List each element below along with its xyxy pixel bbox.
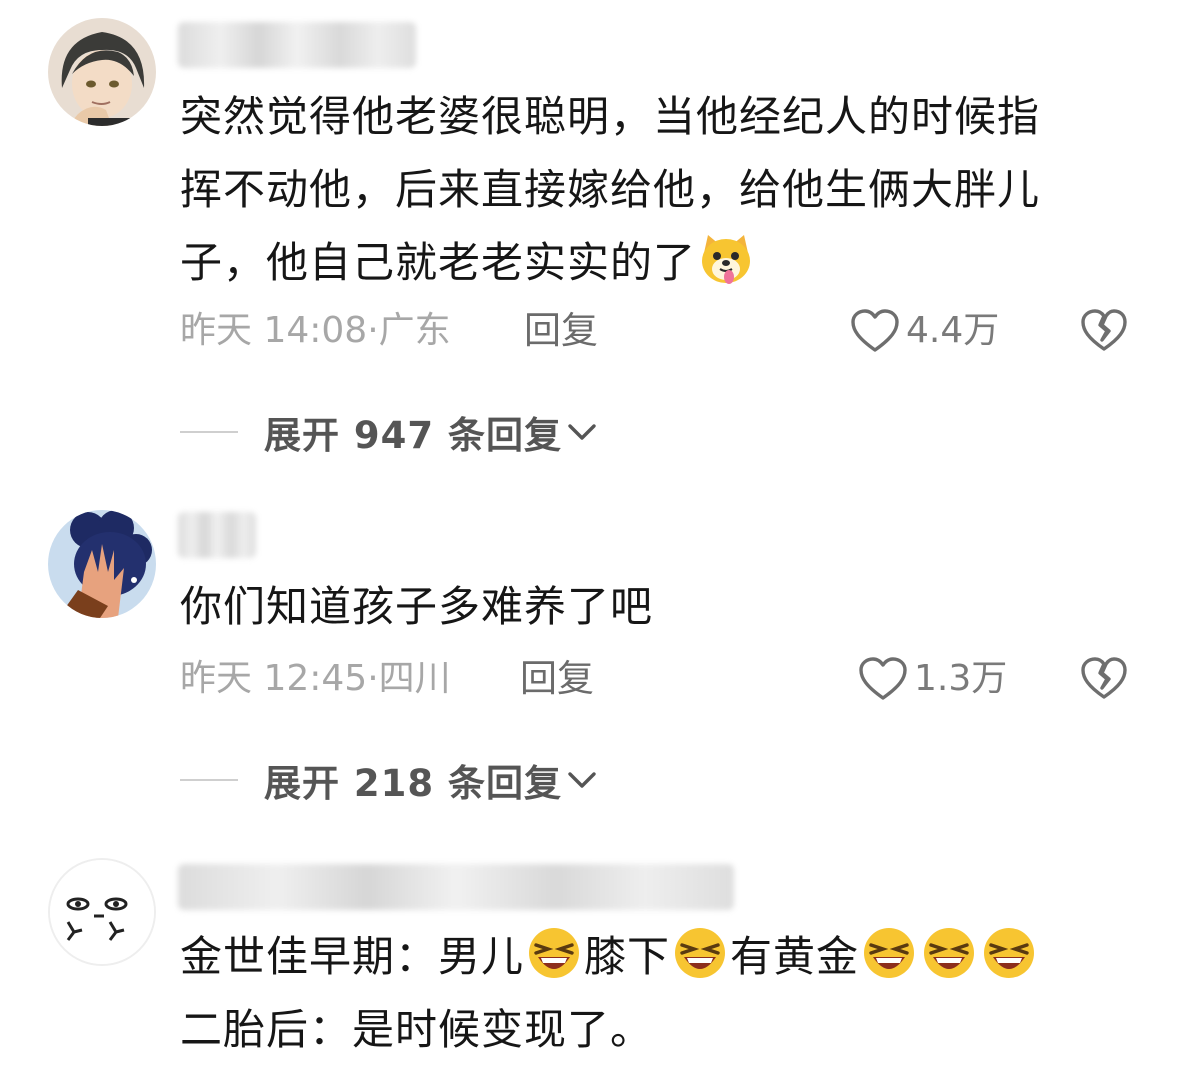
username-blurred[interactable] bbox=[178, 864, 734, 910]
divider-line bbox=[180, 779, 238, 781]
expand-replies[interactable]: 展开 218 条回复 bbox=[180, 755, 598, 805]
comment-line: 突然觉得他老婆很聪明，当他经纪人的时候指 bbox=[180, 92, 1041, 141]
comment-line: 二胎后：是时候变现了。 bbox=[180, 1005, 654, 1054]
expand-replies-label: 展开 947 条回复 bbox=[264, 414, 562, 457]
comment-text-part: 膝下 bbox=[584, 932, 671, 981]
comment-meta: 昨天 14:08·广东 bbox=[180, 306, 451, 356]
comment-line: 子，他自己就老老实实的了 bbox=[180, 226, 1109, 299]
comment-line-text: 子，他自己就老老实实的了 bbox=[180, 238, 697, 287]
comment-text: 你们知道孩子多难养了吧 bbox=[180, 570, 1109, 643]
comment-text-part: 金世佳早期：男儿 bbox=[180, 932, 525, 981]
laughing-squint-emoji-icon bbox=[924, 928, 975, 978]
hand-bear-avatar-icon bbox=[48, 510, 156, 618]
comment-line: 挥不动他，后来直接嫁给他，给他生俩大胖儿 bbox=[180, 165, 1041, 214]
chevron-down-icon bbox=[568, 424, 596, 440]
dog-tongue-emoji-icon bbox=[702, 235, 751, 284]
timestamp: 昨天 14:08 bbox=[180, 310, 368, 351]
comment-text: 突然觉得他老婆很聪明，当他经纪人的时候指 挥不动他，后来直接嫁给他，给他生俩大胖… bbox=[180, 80, 1109, 299]
avatar[interactable] bbox=[48, 858, 156, 966]
like-count: 4.4万 bbox=[906, 310, 1000, 351]
username-blurred[interactable] bbox=[178, 22, 416, 68]
meta-dot: · bbox=[367, 310, 379, 351]
anime-boy-avatar-icon bbox=[48, 18, 156, 126]
comment-line: 金世佳早期：男儿 膝下 有黄金 bbox=[180, 920, 1109, 993]
comment-text: 金世佳早期：男儿 膝下 有黄金 二胎后：是时候变现了。 bbox=[180, 920, 1109, 1066]
meta-dot: · bbox=[367, 658, 379, 699]
expand-replies[interactable]: 展开 947 条回复 bbox=[180, 407, 598, 457]
heart-icon bbox=[851, 309, 899, 352]
laughing-squint-emoji-icon bbox=[984, 928, 1035, 978]
laughing-squint-emoji-icon bbox=[529, 928, 580, 978]
heart-icon bbox=[859, 657, 907, 700]
divider-line bbox=[180, 431, 238, 433]
reply-button[interactable]: 回复 bbox=[520, 654, 594, 704]
laughing-squint-emoji-icon bbox=[675, 928, 726, 978]
timestamp: 昨天 12:45 bbox=[180, 658, 368, 699]
comment-text-part: 有黄金 bbox=[730, 932, 860, 981]
like-button[interactable]: 4.4万 bbox=[850, 306, 999, 356]
doodle-face-avatar-icon bbox=[50, 860, 154, 964]
comment-line: 你们知道孩子多难养了吧 bbox=[180, 582, 654, 631]
location: 广东 bbox=[378, 310, 451, 351]
avatar[interactable] bbox=[48, 510, 156, 618]
expand-replies-label: 展开 218 条回复 bbox=[264, 762, 562, 805]
reply-button[interactable]: 回复 bbox=[524, 306, 598, 356]
broken-heart-icon[interactable] bbox=[1080, 655, 1128, 703]
like-count: 1.3万 bbox=[914, 658, 1008, 699]
chevron-down-icon bbox=[568, 772, 596, 788]
comment-meta: 昨天 12:45·四川 bbox=[180, 654, 451, 704]
laughing-squint-emoji-icon bbox=[864, 928, 915, 978]
broken-heart-icon[interactable] bbox=[1080, 307, 1128, 355]
username-blurred[interactable] bbox=[178, 512, 256, 558]
like-button[interactable]: 1.3万 bbox=[858, 654, 1007, 704]
location: 四川 bbox=[378, 658, 451, 699]
avatar[interactable] bbox=[48, 18, 156, 126]
